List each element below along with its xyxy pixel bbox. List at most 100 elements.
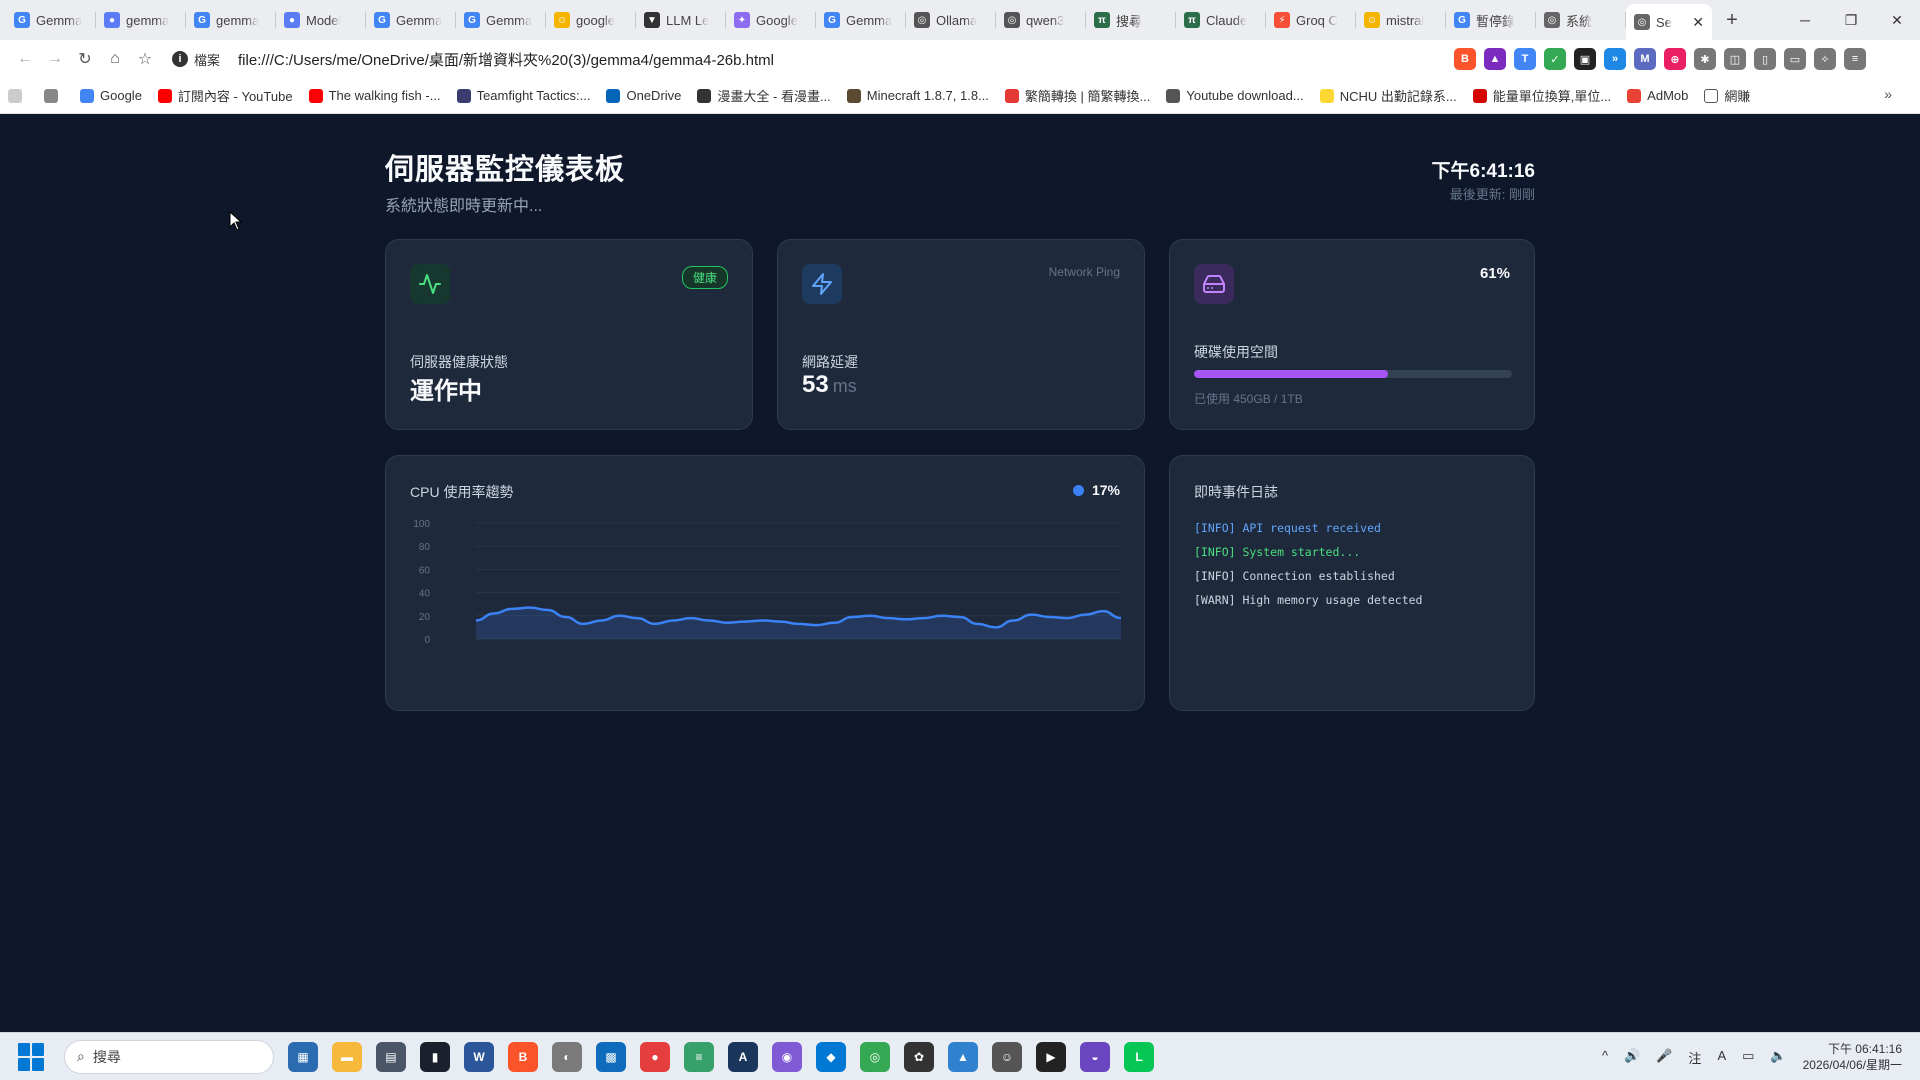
taskbar-app-icon[interactable]: L <box>1124 1041 1154 1072</box>
bookmark-item[interactable]: OneDrive <box>606 88 681 103</box>
browser-tab[interactable]: π 搜尋 <box>1086 0 1176 40</box>
extension-icon[interactable]: M <box>1634 48 1656 70</box>
extension-icon[interactable]: ▲ <box>1484 48 1506 70</box>
extension-icon[interactable]: » <box>1604 48 1626 70</box>
back-icon[interactable]: ← <box>10 44 40 74</box>
tray-icon[interactable]: ▭ <box>1742 1048 1754 1067</box>
activity-icon <box>410 264 450 304</box>
bookmark-item[interactable]: The walking fish -... <box>308 88 441 103</box>
extension-icon[interactable]: ▭ <box>1784 48 1806 70</box>
windows-start-icon[interactable] <box>18 1042 46 1071</box>
bookmark-item[interactable]: 漫畫大全 - 看漫畫... <box>697 86 831 105</box>
bookmark-item[interactable]: 能量單位換算,單位... <box>1472 86 1611 105</box>
tray-icon[interactable]: 注 <box>1688 1048 1701 1067</box>
network-label: 網路延遲 <box>802 354 858 370</box>
taskbar-app-icon[interactable]: ☺ <box>992 1041 1022 1072</box>
browser-tab[interactable]: ✦ Google <box>726 0 816 40</box>
browser-tab[interactable]: ◎ 系統 <box>1536 0 1626 40</box>
bookmark-item[interactable]: Google <box>80 88 142 103</box>
browser-tab[interactable]: ● gemma <box>96 0 186 40</box>
bookmark-item[interactable]: Youtube download... <box>1166 88 1304 103</box>
extension-icon[interactable]: ⊕ <box>1664 48 1686 70</box>
browser-tab[interactable]: ▼ LLM Le <box>636 0 726 40</box>
close-tab-icon[interactable]: ✕ <box>1692 14 1704 31</box>
bookmark-favicon-icon <box>1319 88 1334 103</box>
tray-icon[interactable]: 🔈 <box>1770 1048 1786 1067</box>
bookmark-item[interactable]: 繁簡轉換 | 簡繁轉換... <box>1004 86 1150 105</box>
site-info-icon[interactable]: i <box>172 51 188 67</box>
bookmark-item[interactable] <box>44 88 64 103</box>
cpu-current: 17% <box>1072 482 1120 498</box>
tray-icon[interactable]: 🔊 <box>1624 1048 1640 1067</box>
browser-tab[interactable]: ● Model <box>276 0 366 40</box>
taskbar-search[interactable]: ⌕ 搜尋 <box>64 1039 274 1074</box>
taskbar-app-icon[interactable]: ≡ <box>684 1041 714 1072</box>
browser-tab[interactable]: G Gemma <box>6 0 96 40</box>
taskbar-app-icon[interactable]: ✿ <box>904 1041 934 1072</box>
extension-icon[interactable]: T <box>1514 48 1536 70</box>
taskbar-app-icon[interactable]: ◉ <box>772 1041 802 1072</box>
bookmark-item[interactable] <box>8 88 28 103</box>
address-bar[interactable]: i 檔案 file:///C:/Users/me/OneDrive/桌面/新增資… <box>172 44 1444 74</box>
restore-icon[interactable]: ❐ <box>1828 0 1874 40</box>
extension-icon[interactable]: ≡ <box>1844 48 1866 70</box>
taskbar-app-icon[interactable]: ◒ <box>1080 1041 1110 1072</box>
taskbar-app-icon[interactable]: ▶ <box>1036 1041 1066 1072</box>
browser-tab[interactable]: π Claude <box>1176 0 1266 40</box>
bookmark-item[interactable]: NCHU 出勤記錄系... <box>1319 86 1457 105</box>
taskbar-app-icon[interactable]: ▦ <box>288 1041 318 1072</box>
extension-icon[interactable]: ✓ <box>1544 48 1566 70</box>
browser-tab[interactable]: ☺ mistral <box>1356 0 1446 40</box>
browser-tab[interactable]: G Gemma <box>366 0 456 40</box>
taskbar-app-icon[interactable]: ▬ <box>332 1041 362 1072</box>
minimize-icon[interactable]: ─ <box>1782 0 1828 40</box>
bookmark-item[interactable]: 網賺 <box>1704 86 1750 105</box>
taskbar-app-icon[interactable]: ● <box>640 1041 670 1072</box>
extension-icon[interactable]: ▯ <box>1754 48 1776 70</box>
taskbar-app-icon[interactable]: ▤ <box>376 1041 406 1072</box>
new-tab-icon[interactable]: + <box>1716 4 1748 36</box>
tab-title: Gemma <box>396 12 443 28</box>
browser-tab[interactable]: G 暫停錄 <box>1446 0 1536 40</box>
forward-icon[interactable]: → <box>40 44 70 74</box>
tray-icon[interactable]: A <box>1717 1048 1726 1067</box>
taskbar-app-icon[interactable]: ◆ <box>816 1041 846 1072</box>
close-window-icon[interactable]: ✕ <box>1874 0 1920 40</box>
tray-clock[interactable]: 下午 06:41:16 2026/04/06/星期一 <box>1803 1041 1902 1073</box>
url-text[interactable]: file:///C:/Users/me/OneDrive/桌面/新增資料夾%20… <box>238 49 774 70</box>
bookmark-item[interactable]: 訂閱內容 - YouTube <box>157 86 293 105</box>
bookmark-item[interactable]: Minecraft 1.8.7, 1.8... <box>846 88 989 103</box>
taskbar-app-icon[interactable]: ◎ <box>860 1041 890 1072</box>
taskbar-app-icon[interactable]: A <box>728 1041 758 1072</box>
browser-tab-active[interactable]: ◎ Se ✕ <box>1626 4 1712 40</box>
home-icon[interactable]: ⌂ <box>100 44 130 74</box>
bookmark-star-icon[interactable]: ☆ <box>130 44 160 74</box>
extension-icon[interactable]: ✧ <box>1814 48 1836 70</box>
extension-icon[interactable]: ✱ <box>1694 48 1716 70</box>
taskbar-app-icon[interactable]: ▲ <box>948 1041 978 1072</box>
tray-icon[interactable]: ^ <box>1602 1048 1608 1067</box>
browser-tab[interactable]: ◎ qwen3 <box>996 0 1086 40</box>
browser-tab[interactable]: ◎ Ollama <box>906 0 996 40</box>
extension-icon[interactable]: ▣ <box>1574 48 1596 70</box>
taskbar-app-icon[interactable]: ◐ <box>552 1041 582 1072</box>
browser-tab[interactable]: ☺ google <box>546 0 636 40</box>
reload-icon[interactable]: ↻ <box>70 44 100 74</box>
browser-tab[interactable]: ⚡ Groq C <box>1266 0 1356 40</box>
bookmark-label: 漫畫大全 - 看漫畫... <box>717 89 831 104</box>
bookmark-item[interactable]: AdMob <box>1627 88 1688 103</box>
extension-icon[interactable]: ◫ <box>1724 48 1746 70</box>
taskbar-app-icon[interactable]: B <box>508 1041 538 1072</box>
extension-icon[interactable]: B <box>1454 48 1476 70</box>
taskbar-app-icon[interactable]: W <box>464 1041 494 1072</box>
y-tick-label: 20 <box>419 612 431 623</box>
browser-tab[interactable]: Ggemma <box>186 0 276 40</box>
browser-tab[interactable]: G Gemma <box>456 0 546 40</box>
tab-favicon-icon: π <box>1184 12 1200 28</box>
bookmarks-overflow-icon[interactable]: » <box>1884 86 1892 102</box>
tray-icon[interactable]: 🎤 <box>1656 1048 1672 1067</box>
browser-tab[interactable]: G Gemma <box>816 0 906 40</box>
taskbar-app-icon[interactable]: ▮ <box>420 1041 450 1072</box>
taskbar-app-icon[interactable]: ▩ <box>596 1041 626 1072</box>
bookmark-item[interactable]: Teamfight Tactics:... <box>456 88 590 103</box>
